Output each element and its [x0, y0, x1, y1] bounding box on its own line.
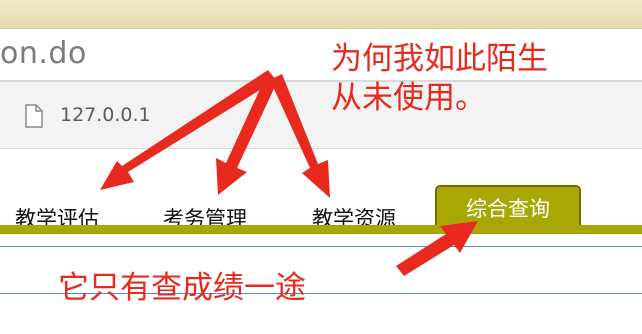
arrow-to-teaching-resources [270, 74, 330, 198]
annotation-top-line2: 从未使用。 [331, 80, 486, 116]
annotation-top-line1: 为何我如此陌生 [331, 41, 548, 77]
arrow-to-comprehensive-query [396, 221, 478, 276]
annotation-bottom: 它只有查成绩一途 [58, 270, 306, 306]
